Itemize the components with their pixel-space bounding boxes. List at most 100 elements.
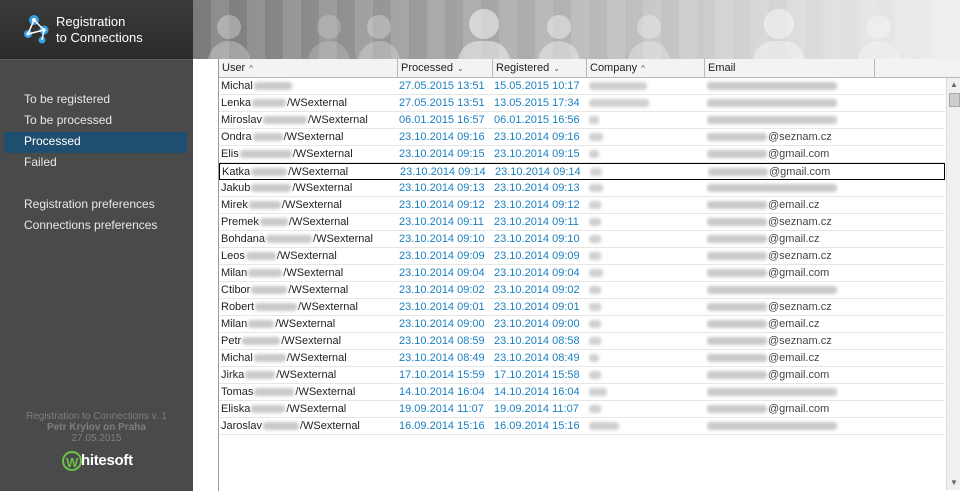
table-row[interactable]: Ctibor/WSexternal 23.10.2014 09:02 23.10.2… bbox=[219, 282, 945, 299]
cell-company bbox=[588, 350, 704, 366]
column-header-user[interactable]: User ^ bbox=[219, 59, 398, 77]
cell-company bbox=[588, 129, 704, 145]
redacted-text bbox=[259, 218, 288, 227]
email-domain: @gmail.cz bbox=[768, 233, 820, 245]
column-header-company[interactable]: Company ^ bbox=[587, 59, 705, 77]
cell-company bbox=[588, 333, 704, 349]
user-suffix: /WSexternal bbox=[292, 182, 353, 194]
redacted-text bbox=[707, 405, 767, 414]
sidebar-item-to-be-registered[interactable]: To be registered bbox=[4, 90, 187, 111]
cell-processed: 23.10.2014 09:10 bbox=[399, 233, 485, 245]
sidebar-item-to-be-processed[interactable]: To be processed bbox=[4, 111, 187, 132]
user-suffix: /WSexternal bbox=[286, 97, 347, 109]
table-row[interactable]: Michal 27.05.2015 13:51 15.05.2015 10:17 bbox=[219, 78, 945, 95]
redacted-text bbox=[252, 133, 283, 142]
cell-user: Milan/WSexternal bbox=[221, 265, 397, 281]
cell-user: Premek/WSexternal bbox=[221, 214, 397, 230]
table-row[interactable]: Miroslav/WSexternal 06.01.2015 16:57 06.01… bbox=[219, 112, 945, 129]
person-silhouette bbox=[538, 15, 580, 59]
table-row[interactable]: Tomas/WSexternal 14.10.2014 16:04 14.10.20… bbox=[219, 384, 945, 401]
cell-registered: 23.10.2014 09:01 bbox=[494, 301, 580, 313]
table-row[interactable]: Jaroslav/WSexternal 16.09.2014 15:16 16.09… bbox=[219, 418, 945, 435]
redacted-text bbox=[262, 116, 307, 125]
redacted-text bbox=[266, 235, 313, 244]
cell-email bbox=[706, 95, 936, 111]
redacted-text bbox=[707, 286, 837, 295]
redacted-text bbox=[589, 82, 647, 91]
redacted-text bbox=[707, 422, 837, 431]
redacted-text bbox=[589, 269, 603, 278]
cell-company bbox=[588, 401, 704, 417]
sort-desc-icon: ⌄ bbox=[553, 64, 560, 73]
table-row[interactable]: Michal/WSexternal 23.10.2014 08:49 23.10.2… bbox=[219, 350, 945, 367]
author-text: Petr Krylov on Praha bbox=[47, 422, 146, 433]
redacted-text bbox=[707, 116, 837, 125]
cell-email bbox=[706, 384, 936, 400]
table-row[interactable]: Bohdana/WSexternal 23.10.2014 09:10 23.10.… bbox=[219, 231, 945, 248]
cell-user: Jaroslav/WSexternal bbox=[221, 418, 397, 434]
sidebar-item-failed[interactable]: Failed bbox=[4, 153, 187, 174]
cell-registered: 23.10.2014 09:14 bbox=[495, 166, 581, 178]
redacted-text bbox=[707, 201, 767, 210]
user-suffix: /WSexternal bbox=[288, 284, 349, 296]
table-row[interactable]: Eliska/WSexternal 19.09.2014 11:07 19.09.2… bbox=[219, 401, 945, 418]
cell-company bbox=[588, 316, 704, 332]
cell-user: Michal/WSexternal bbox=[221, 350, 397, 366]
column-header-email[interactable]: Email bbox=[705, 59, 875, 77]
cell-user: Bohdana/WSexternal bbox=[221, 231, 397, 247]
redacted-text bbox=[589, 320, 601, 329]
table-row[interactable]: Petr/WSexternal 23.10.2014 08:59 23.10.201… bbox=[219, 333, 945, 350]
column-label: User bbox=[222, 62, 246, 74]
redacted-text bbox=[589, 150, 599, 159]
scroll-up-icon[interactable]: ▲ bbox=[947, 78, 960, 92]
redacted-text bbox=[253, 354, 286, 363]
column-header-registered[interactable]: Registered ⌄ bbox=[493, 59, 587, 77]
cell-company bbox=[588, 299, 704, 315]
redacted-text bbox=[708, 168, 768, 177]
redacted-text bbox=[242, 337, 281, 346]
cell-user: Katka/WSexternal bbox=[222, 164, 398, 180]
table-row[interactable]: Ondra/WSexternal 23.10.2014 09:16 23.10.20… bbox=[219, 129, 945, 146]
user-first-name: Ondra bbox=[221, 131, 252, 143]
cell-registered: 19.09.2014 11:07 bbox=[494, 403, 579, 415]
table-row[interactable]: Premek/WSexternal 23.10.2014 09:11 23.10.2… bbox=[219, 214, 945, 231]
redacted-text bbox=[707, 269, 767, 278]
redacted-text bbox=[707, 184, 837, 193]
cell-company bbox=[588, 214, 704, 230]
table-row[interactable]: Lenka/WSexternal 27.05.2015 13:51 13.05.20… bbox=[219, 95, 945, 112]
table-row[interactable]: Robert/WSexternal 23.10.2014 09:01 23.10.2… bbox=[219, 299, 945, 316]
cell-user: Eliska/WSexternal bbox=[221, 401, 397, 417]
sidebar-item-registration-preferences[interactable]: Registration preferences bbox=[4, 195, 187, 216]
scrollbar-thumb[interactable] bbox=[949, 93, 960, 107]
vertical-scrollbar[interactable]: ▲ ▼ bbox=[946, 78, 960, 490]
user-first-name: Mirek bbox=[221, 199, 248, 211]
user-suffix: /WSexternal bbox=[292, 148, 353, 160]
scroll-down-icon[interactable]: ▼ bbox=[947, 476, 960, 490]
cell-registered: 17.10.2014 15:58 bbox=[494, 369, 580, 381]
table-row[interactable]: Katka/WSexternal 23.10.2014 09:14 23.10.20… bbox=[219, 163, 945, 180]
user-suffix: /WSexternal bbox=[275, 318, 336, 330]
table-header: User ^ Processed ⌄ Registered ⌄ Company ^ Em… bbox=[219, 59, 960, 78]
table-row[interactable]: Mirek/WSexternal 23.10.2014 09:12 23.10.20… bbox=[219, 197, 945, 214]
table-row[interactable]: Milan/WSexternal 23.10.2014 09:00 23.10.20… bbox=[219, 316, 945, 333]
cell-registered: 06.01.2015 16:56 bbox=[494, 114, 580, 126]
cell-registered: 23.10.2014 08:58 bbox=[494, 335, 580, 347]
sidebar-item-connections-preferences[interactable]: Connections preferences bbox=[4, 216, 187, 237]
table-row[interactable]: Leos/WSexternal 23.10.2014 09:09 23.10.201… bbox=[219, 248, 945, 265]
redacted-text bbox=[251, 184, 292, 193]
cell-user: Milan/WSexternal bbox=[221, 316, 397, 332]
cell-user: Miroslav/WSexternal bbox=[221, 112, 397, 128]
sort-asc-icon: ^ bbox=[249, 64, 253, 73]
table-row[interactable]: Jirka/WSexternal 17.10.2014 15:59 17.10.20… bbox=[219, 367, 945, 384]
cell-user: Ctibor/WSexternal bbox=[221, 282, 397, 298]
cell-processed: 23.10.2014 08:59 bbox=[399, 335, 485, 347]
cell-email: @gmail.cz bbox=[706, 231, 936, 247]
table-row[interactable]: Jakub/WSexternal 23.10.2014 09:13 23.10.20… bbox=[219, 180, 945, 197]
table-row[interactable]: Elis/WSexternal 23.10.2014 09:15 23.10.201… bbox=[219, 146, 945, 163]
sidebar-item-processed[interactable]: Processed bbox=[4, 132, 187, 153]
redacted-text bbox=[707, 337, 767, 346]
column-header-processed[interactable]: Processed ⌄ bbox=[398, 59, 493, 77]
email-domain: @seznam.cz bbox=[768, 216, 832, 228]
table-row[interactable]: Milan/WSexternal 23.10.2014 09:04 23.10.20… bbox=[219, 265, 945, 282]
user-first-name: Leos bbox=[221, 250, 245, 262]
